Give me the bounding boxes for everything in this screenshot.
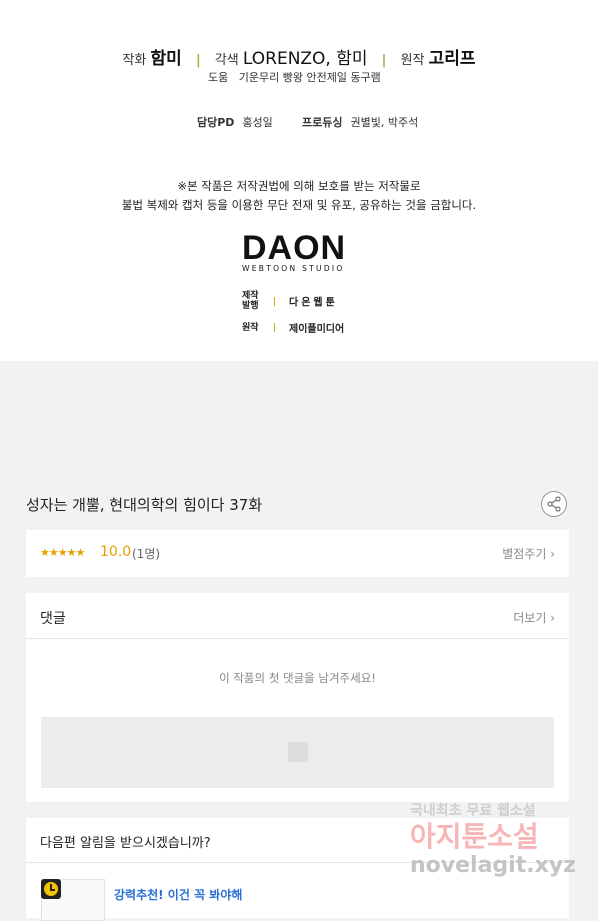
logo-main: DAON xyxy=(242,229,347,267)
divider xyxy=(26,862,569,863)
producing-value: 권별빛, 박주석 xyxy=(350,116,419,129)
credits-section: 작화 함미 | 각색 LORENZO, 함미 | 원작 고리프 도움 기운무리 … xyxy=(0,0,598,361)
pd-label: 담당PD xyxy=(197,116,235,129)
episode-title: 성자는 개뿔, 현대의학의 힘이다 37화 xyxy=(26,496,263,514)
production-value: 다온웹툰 xyxy=(289,297,338,309)
assist-label: 도움 xyxy=(208,71,229,84)
comments-empty-text: 이 작품의 첫 댓글을 남겨주세요! xyxy=(219,671,376,685)
credits-main-row: 작화 함미 | 각색 LORENZO, 함미 | 원작 고리프 xyxy=(0,44,598,69)
comments-header: 댓글 xyxy=(40,611,66,627)
next-episode-alert-card: 다음편 알림을 받으시겠습니까? 강력추천! 이건 꼭 봐야해 xyxy=(26,818,569,921)
production-label: 제작 발행 xyxy=(242,291,259,311)
divider xyxy=(274,296,275,306)
image-placeholder-icon xyxy=(288,742,308,762)
comment-input-area[interactable] xyxy=(41,717,554,788)
recommend-link[interactable]: 강력추천! 이건 꼭 봐야해 xyxy=(114,886,242,903)
divider xyxy=(274,323,275,332)
logo-sub: WEBTOON STUDIO xyxy=(242,264,345,273)
comments-card: 댓글 더보기 › 이 작품의 첫 댓글을 남겨주세요! xyxy=(26,593,569,802)
original-label: 원작 xyxy=(400,53,425,68)
original-value: 고리프 xyxy=(428,49,476,69)
rating-score: 10.0 xyxy=(100,544,132,560)
share-button[interactable] xyxy=(541,491,567,517)
daon-logo: DAON WEBTOON STUDIO xyxy=(242,230,357,273)
clock-icon xyxy=(41,879,61,899)
pd-value: 홍성일 xyxy=(242,116,273,129)
art-label: 작화 xyxy=(122,53,147,68)
color-label: 각색 xyxy=(214,53,239,68)
color-value: LORENZO, 함미 xyxy=(242,49,368,69)
separator: | xyxy=(381,53,387,68)
production-row: 제작 발행 다온웹툰 xyxy=(242,291,338,311)
original-publisher-label: 원작 xyxy=(242,322,259,333)
separator: | xyxy=(195,53,201,68)
rate-button[interactable]: 별점주기 › xyxy=(502,545,555,562)
assist-row: 도움 기운무리 빵왕 안전제일 동구램 xyxy=(208,69,381,85)
share-icon xyxy=(547,496,561,512)
comments-more-link[interactable]: 더보기 › xyxy=(513,609,555,626)
notice-line: ※본 작품은 저작권법에 의해 보호를 받는 저작물로 xyxy=(177,179,421,193)
assist-value: 기운무리 빵왕 안전제일 동구램 xyxy=(238,71,381,84)
producing-label: 프로듀싱 xyxy=(302,116,343,129)
rating-card: ★★★★★ 10.0 (1명) 별점주기 › xyxy=(26,530,569,577)
star-rating-icon: ★★★★★ xyxy=(40,546,85,559)
original-publisher-row: 원작 제이플미디어 xyxy=(242,320,345,336)
divider xyxy=(26,638,569,639)
watermark-line: 국내최초 무료 웹소설 xyxy=(410,803,536,819)
original-publisher-value: 제이플미디어 xyxy=(289,324,345,335)
alert-question: 다음편 알림을 받으시겠습니까? xyxy=(40,836,211,851)
notice-line: 불법 복제와 캡처 등을 이용한 무단 전재 및 유포, 공유하는 것을 금합니… xyxy=(121,198,477,212)
art-value: 함미 xyxy=(150,49,182,69)
rating-count: (1명) xyxy=(132,547,161,561)
copyright-notice: ※본 작품은 저작권법에 의해 보호를 받는 저작물로 불법 복제와 캡처 등을… xyxy=(0,177,598,215)
